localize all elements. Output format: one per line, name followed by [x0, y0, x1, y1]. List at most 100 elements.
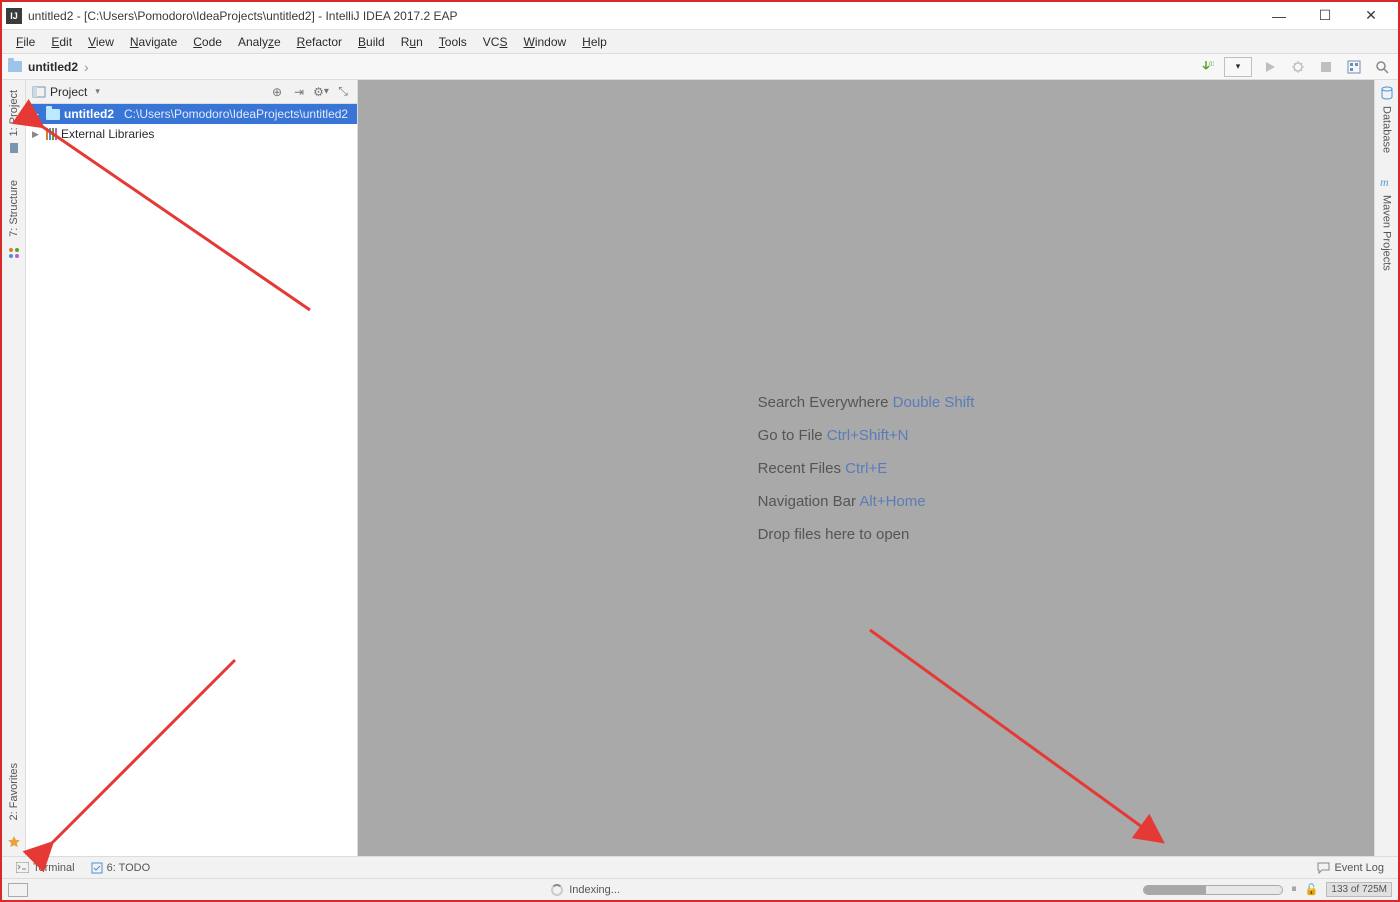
hide-icon[interactable]: ⤡	[335, 84, 351, 99]
toggle-toolwindows-icon[interactable]	[8, 883, 28, 897]
editor-placeholder[interactable]: Search Everywhere Double Shift Go to Fil…	[358, 80, 1374, 856]
tool-database[interactable]: Database	[1381, 100, 1393, 159]
download-icon[interactable]: 01	[1196, 57, 1216, 77]
expand-arrow-icon[interactable]: ▶	[32, 129, 42, 140]
close-button[interactable]: ✕	[1348, 2, 1394, 30]
expand-arrow-icon[interactable]: ▶	[32, 109, 42, 120]
folder-icon	[46, 109, 60, 120]
project-panel-title: Project	[50, 85, 87, 99]
tool-todo-label: 6: TODO	[107, 862, 151, 874]
tree-external-libraries-label: External Libraries	[61, 127, 154, 141]
hint-key: Double Shift	[893, 394, 975, 411]
run-icon[interactable]	[1260, 57, 1280, 77]
editor-hints: Search Everywhere Double Shift Go to Fil…	[758, 394, 975, 543]
menu-refactor[interactable]: Refactor	[289, 32, 350, 52]
project-panel: Project ▾ ⊕ ⇥ ⚙▾ ⤡ ▶ untitled2 C:\Users\…	[26, 80, 358, 856]
menu-vcs[interactable]: VCS	[475, 32, 516, 52]
hint-row: Drop files here to open	[758, 526, 975, 543]
locate-icon[interactable]: ⊕	[269, 84, 285, 99]
hint-label: Search Everywhere	[758, 394, 889, 411]
menu-navigate[interactable]: Navigate	[122, 32, 185, 52]
tool-project[interactable]: 1: Project	[8, 84, 20, 142]
tool-terminal[interactable]: Terminal	[8, 862, 83, 874]
window-title: untitled2 - [C:\Users\Pomodoro\IdeaProje…	[28, 9, 1256, 23]
navigation-bar: untitled2 › 01 ▾	[2, 54, 1398, 80]
menu-file[interactable]: File	[8, 32, 43, 52]
gear-icon[interactable]: ⚙▾	[313, 84, 329, 99]
tree-root[interactable]: ▶ untitled2 C:\Users\Pomodoro\IdeaProjec…	[26, 104, 357, 124]
hint-row: Go to File Ctrl+Shift+N	[758, 427, 975, 444]
project-view-icon	[32, 85, 46, 99]
run-config-dropdown[interactable]: ▾	[1224, 57, 1252, 77]
hint-label: Recent Files	[758, 460, 841, 477]
folder-icon	[8, 61, 22, 72]
todo-icon	[91, 862, 103, 874]
breadcrumb-root[interactable]: untitled2	[24, 60, 82, 74]
main-area: 1: Project 7: Structure 2: Favorites Pro…	[2, 80, 1398, 856]
star-icon	[8, 836, 20, 848]
hint-row: Navigation Bar Alt+Home	[758, 493, 975, 510]
project-panel-header: Project ▾ ⊕ ⇥ ⚙▾ ⤡	[26, 80, 357, 104]
library-icon	[46, 128, 57, 140]
tree-external-libraries[interactable]: ▶ External Libraries	[26, 124, 357, 144]
database-icon	[1380, 86, 1394, 100]
tool-terminal-label: Terminal	[33, 862, 75, 874]
menu-run[interactable]: Run	[393, 32, 431, 52]
menu-edit[interactable]: Edit	[43, 32, 80, 52]
search-icon[interactable]	[1372, 57, 1392, 77]
spinner-icon	[551, 884, 563, 896]
menu-build[interactable]: Build	[350, 32, 393, 52]
menu-code[interactable]: Code	[185, 32, 230, 52]
menu-view[interactable]: View	[80, 32, 122, 52]
menu-help[interactable]: Help	[574, 32, 615, 52]
hint-label: Drop files here to open	[758, 526, 910, 543]
tool-event-log[interactable]: Event Log	[1309, 862, 1392, 874]
progress-bar	[1143, 885, 1283, 895]
structure-icon	[8, 247, 20, 259]
lock-icon[interactable]: 🔓	[1305, 883, 1319, 896]
window-buttons: — ☐ ✕	[1256, 2, 1394, 30]
tool-todo[interactable]: 6: TODO	[83, 862, 159, 874]
minimize-button[interactable]: —	[1256, 2, 1302, 30]
bottom-tool-bar: Terminal 6: TODO Event Log	[2, 856, 1398, 878]
bookmark-icon	[8, 142, 20, 154]
left-tool-strip: 1: Project 7: Structure 2: Favorites	[2, 80, 26, 856]
maximize-button[interactable]: ☐	[1302, 2, 1348, 30]
progress-fill	[1144, 886, 1206, 894]
hint-label: Go to File	[758, 427, 823, 444]
svg-text:01: 01	[1209, 62, 1214, 68]
menu-analyze[interactable]: Analyze	[230, 32, 289, 52]
debug-icon[interactable]	[1288, 57, 1308, 77]
hint-key: Ctrl+Shift+N	[827, 427, 909, 444]
menu-bar: File Edit View Navigate Code Analyze Ref…	[2, 30, 1398, 54]
hint-row: Search Everywhere Double Shift	[758, 394, 975, 411]
title-bar: IJ untitled2 - [C:\Users\Pomodoro\IdeaPr…	[2, 2, 1398, 30]
tool-structure[interactable]: 7: Structure	[8, 174, 20, 243]
tree-root-name: untitled2	[64, 107, 114, 121]
memory-indicator[interactable]: 133 of 725M	[1326, 882, 1392, 897]
menu-window[interactable]: Window	[515, 32, 574, 52]
tool-favorites[interactable]: 2: Favorites	[8, 757, 20, 826]
collapse-icon[interactable]: ⇥	[291, 84, 307, 99]
svg-text:m: m	[1380, 175, 1389, 189]
pause-icon[interactable]: ⏸	[1291, 883, 1297, 896]
tool-maven[interactable]: Maven Projects	[1381, 189, 1393, 277]
stop-icon[interactable]	[1316, 57, 1336, 77]
chevron-right-icon: ›	[84, 59, 89, 75]
status-task: Indexing...	[569, 884, 620, 896]
project-structure-icon[interactable]	[1344, 57, 1364, 77]
hint-key: Ctrl+E	[845, 460, 887, 477]
menu-tools[interactable]: Tools	[431, 32, 475, 52]
app-icon: IJ	[6, 8, 22, 24]
maven-icon: m	[1380, 175, 1394, 189]
hint-key: Alt+Home	[859, 493, 925, 510]
tree-root-path: C:\Users\Pomodoro\IdeaProjects\untitled2	[124, 107, 348, 121]
speech-icon	[1317, 862, 1330, 874]
status-bar: Indexing... ⏸ 🔓 133 of 725M	[2, 878, 1398, 900]
hint-label: Navigation Bar	[758, 493, 856, 510]
right-tool-strip: Database m Maven Projects	[1374, 80, 1398, 856]
project-tree[interactable]: ▶ untitled2 C:\Users\Pomodoro\IdeaProjec…	[26, 104, 357, 856]
dropdown-icon[interactable]: ▾	[95, 86, 100, 97]
tool-event-log-label: Event Log	[1334, 862, 1384, 874]
terminal-icon	[16, 862, 29, 873]
